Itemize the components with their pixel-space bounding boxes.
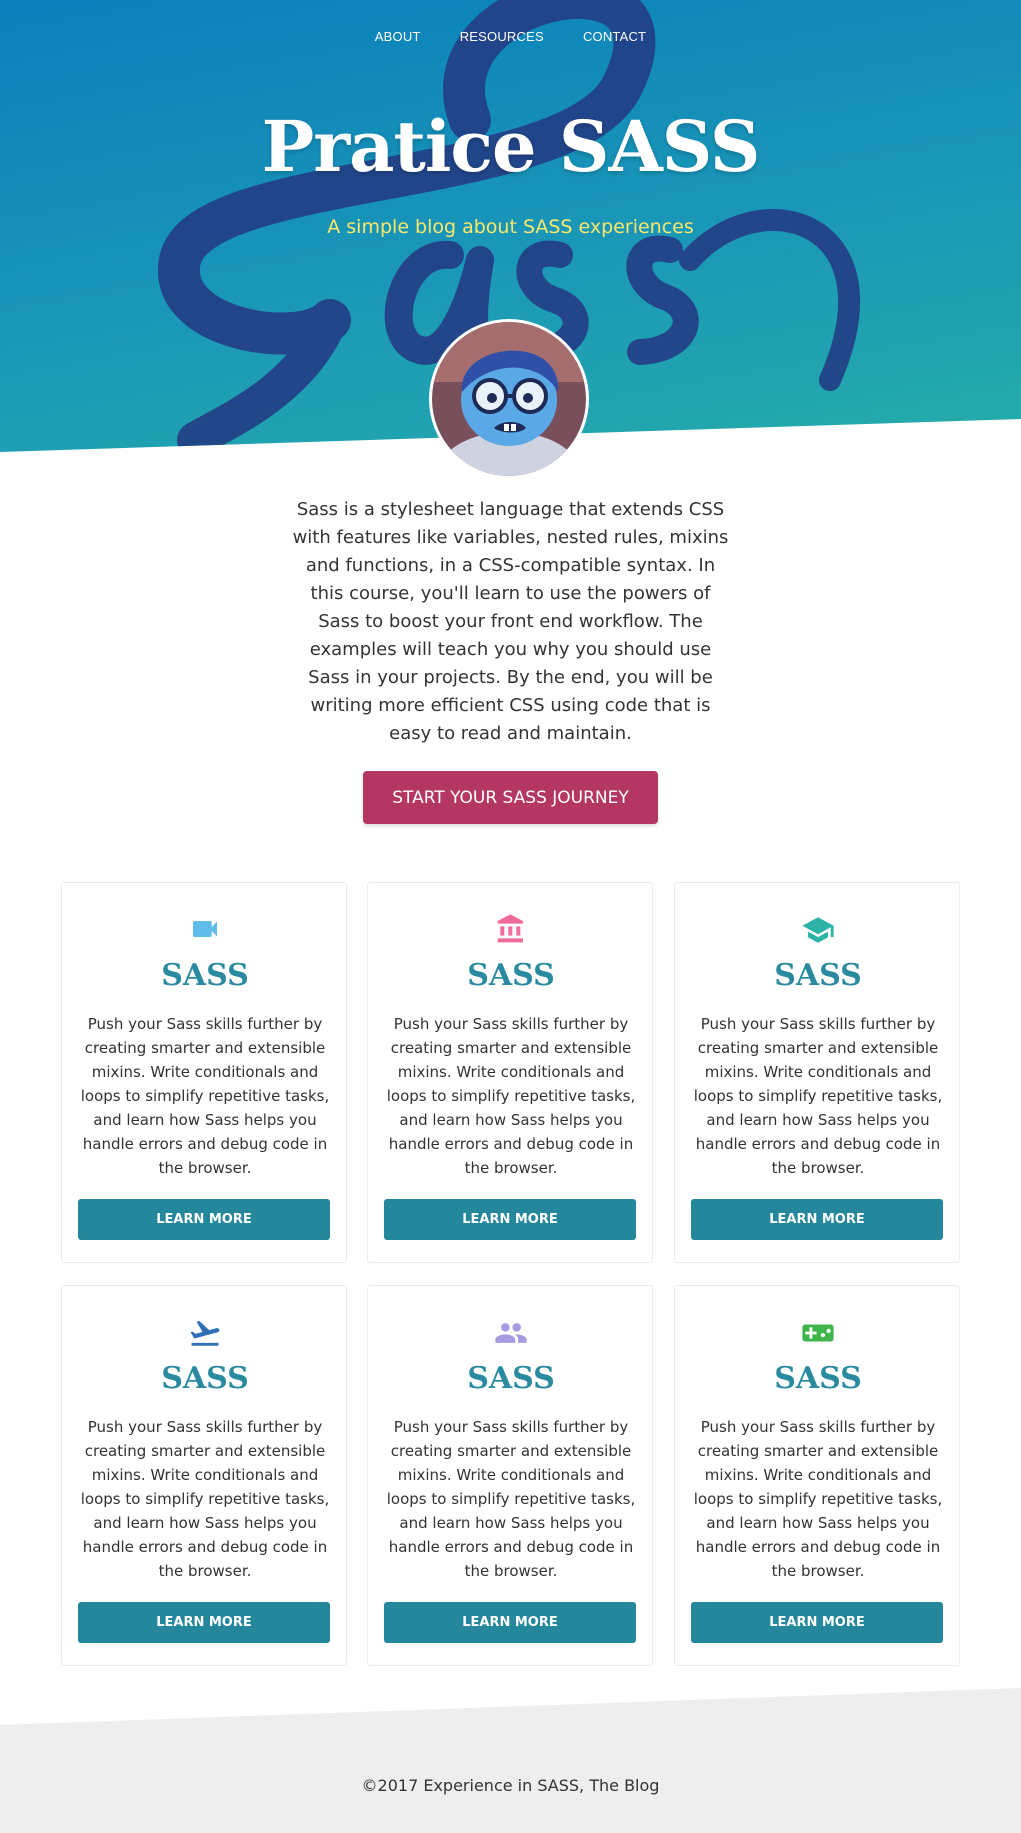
nav-item-contact[interactable]: CONTACT <box>583 29 646 44</box>
learn-more-button[interactable]: LEARN MORE <box>384 1199 636 1240</box>
card-title: SASS <box>161 958 249 993</box>
gamepad-icon <box>675 1316 961 1348</box>
card-text: Push your Sass skills further by creatin… <box>693 1418 943 1580</box>
bank-icon <box>368 913 654 945</box>
feature-card: SASS Push your Sass skills further by cr… <box>367 882 653 1263</box>
intro-text: Sass is a stylesheet language that exten… <box>292 499 729 744</box>
card-text: Push your Sass skills further by creatin… <box>80 1418 330 1580</box>
page-subtitle: A simple blog about SASS experiences <box>327 216 694 238</box>
graduation-cap-icon <box>675 913 961 945</box>
card-text: Push your Sass skills further by creatin… <box>80 1015 330 1177</box>
learn-more-button[interactable]: LEARN MORE <box>691 1602 943 1643</box>
flight-takeoff-icon <box>62 1316 348 1348</box>
avatar <box>429 319 589 479</box>
feature-card: SASS Push your Sass skills further by cr… <box>61 882 347 1263</box>
card-title: SASS <box>467 1361 555 1396</box>
feature-card: SASS Push your Sass skills further by cr… <box>674 882 960 1263</box>
people-icon <box>368 1316 654 1348</box>
copyright-text: ©2017 Experience in SASS, The Blog <box>361 1776 660 1795</box>
card-text: Push your Sass skills further by creatin… <box>386 1418 636 1580</box>
card-title: SASS <box>774 1361 862 1396</box>
card-text: Push your Sass skills further by creatin… <box>693 1015 943 1177</box>
learn-more-button[interactable]: LEARN MORE <box>78 1199 330 1240</box>
feature-card: SASS Push your Sass skills further by cr… <box>367 1285 653 1666</box>
feature-card: SASS Push your Sass skills further by cr… <box>674 1285 960 1666</box>
page-title: Pratice SASS <box>261 105 761 188</box>
card-title: SASS <box>161 1361 249 1396</box>
learn-more-button[interactable]: LEARN MORE <box>384 1602 636 1643</box>
start-journey-button[interactable]: START YOUR SASS JOURNEY <box>363 771 658 824</box>
learn-more-button[interactable]: LEARN MORE <box>78 1602 330 1643</box>
card-title: SASS <box>467 958 555 993</box>
main-nav: ABOUT RESOURCES CONTACT <box>0 26 1021 45</box>
nav-item-about[interactable]: ABOUT <box>375 29 421 44</box>
footer: ©2017 Experience in SASS, The Blog <box>0 1688 1021 1833</box>
nav-item-resources[interactable]: RESOURCES <box>460 29 544 44</box>
video-camera-icon <box>62 913 348 945</box>
card-title: SASS <box>774 958 862 993</box>
card-text: Push your Sass skills further by creatin… <box>386 1015 636 1177</box>
feature-card: SASS Push your Sass skills further by cr… <box>61 1285 347 1666</box>
learn-more-button[interactable]: LEARN MORE <box>691 1199 943 1240</box>
